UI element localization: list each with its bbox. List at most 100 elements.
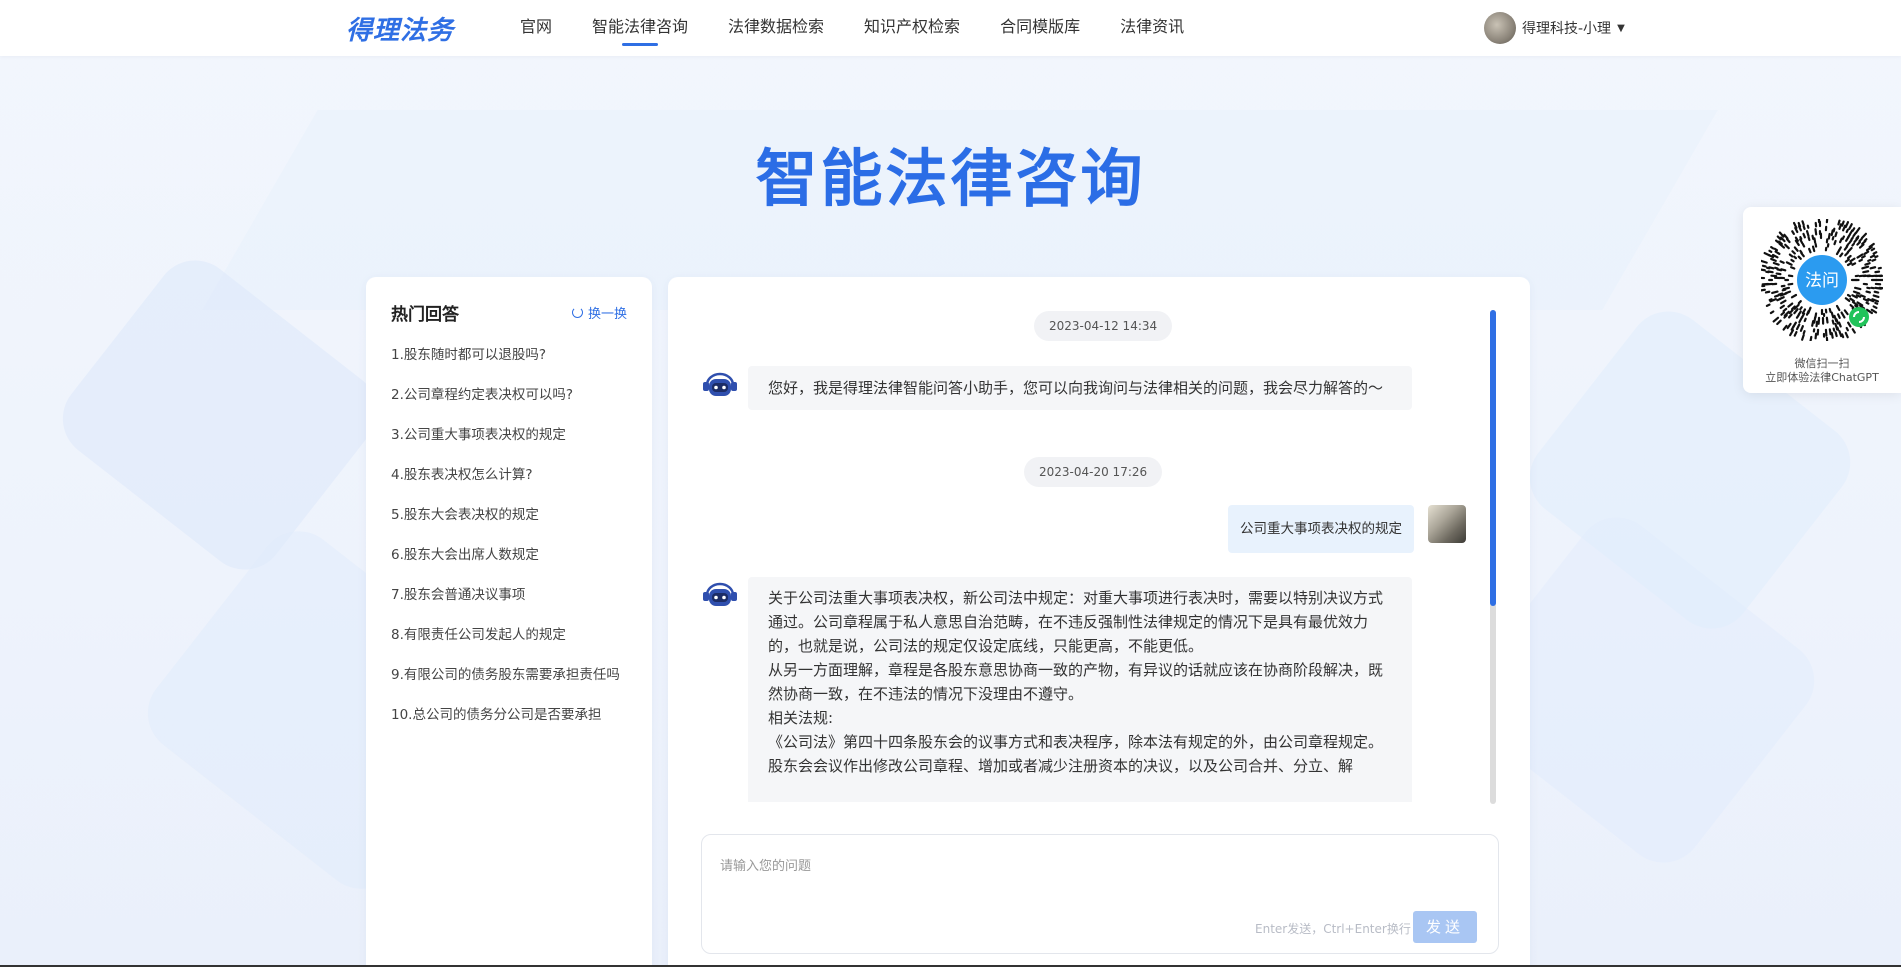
qr-dot [1865,301,1870,305]
qr-dot [1803,317,1807,323]
qr-dot [1793,330,1798,337]
qr-dot [1862,270,1870,274]
hot-answers-list: 1.股东随时都可以退股吗? 2.公司章程约定表决权可以吗? 3.公司重大事项表决… [391,345,627,745]
qr-dot [1853,286,1862,291]
qr-dot [1772,261,1780,266]
qr-dot [1838,321,1842,328]
qr-dot [1813,316,1817,324]
qr-dot [1770,246,1775,250]
nav-item-ip-search[interactable]: 知识产权检索 [864,0,960,56]
qr-dot [1845,326,1849,332]
hot-answer-item[interactable]: 4.股东表决权怎么计算? [391,465,627,505]
qr-dot [1778,231,1785,238]
qr-dot [1802,232,1806,239]
brand-logo[interactable]: 得理法务 [346,10,454,47]
hot-answers-panel: 热门回答 换一换 1.股东随时都可以退股吗? 2.公司章程约定表决权可以吗? 3… [366,277,652,967]
qr-dot [1839,252,1844,258]
hot-answer-item[interactable]: 9.有限公司的债务股东需要承担责任吗 [391,665,627,705]
qr-dot [1783,233,1789,240]
qr-dot [1827,232,1831,240]
qr-dot [1870,247,1876,252]
qr-dot [1772,316,1780,323]
qr-dot [1840,311,1846,319]
chat-scrollbar[interactable] [1490,310,1496,804]
hot-answer-item[interactable]: 3.公司重大事项表决权的规定 [391,425,627,465]
qr-dot [1871,258,1877,262]
qr-dot [1849,297,1856,303]
qr-dot [1841,220,1845,227]
qr-dot [1785,261,1793,266]
qr-dot [1777,292,1784,296]
qr-dot [1848,239,1853,245]
refresh-icon [571,306,583,318]
qr-dot [1867,258,1872,262]
question-input-box: Enter发送，Ctrl+Enter换行 发送 [701,834,1499,954]
qr-dot [1776,319,1782,326]
qr-dot [1791,250,1796,255]
question-input[interactable] [720,855,1480,905]
qr-dot [1846,254,1852,260]
hot-answer-item[interactable]: 5.股东大会表决权的规定 [391,505,627,545]
qr-dot [1848,223,1853,230]
user-menu[interactable]: 得理科技-小理 ▼ [1484,11,1625,45]
page-title: 智能法律咨询 [755,142,1146,215]
hot-answer-item[interactable]: 2.公司章程约定表决权可以吗? [391,385,627,425]
qr-dot [1790,266,1796,270]
qr-dot [1799,325,1804,332]
qr-dot [1770,257,1777,262]
qr-dot [1811,245,1816,253]
qr-dot [1761,259,1768,264]
top-nav: 得理法务 官网 智能法律咨询 法律数据检索 知识产权检索 合同模版库 法律资讯 … [0,0,1901,56]
qr-dot [1837,246,1842,252]
qr-dot [1851,262,1857,266]
hot-answer-item[interactable]: 7.股东会普通决议事项 [391,585,627,625]
qr-dot [1865,290,1871,294]
hot-answer-item[interactable]: 6.股东大会出席人数规定 [391,545,627,585]
qr-dot [1846,246,1853,254]
nav-item-home[interactable]: 官网 [520,0,552,56]
qr-dot [1837,313,1841,319]
qr-dot [1869,254,1876,259]
qr-dot [1872,305,1878,309]
qr-dot [1841,333,1845,339]
qr-dot [1828,307,1832,313]
qr-dot [1795,323,1801,331]
qr-dot [1801,242,1806,248]
qr-dot [1814,332,1818,340]
qr-dot [1878,286,1883,290]
qr-dot [1828,328,1832,336]
qr-dot [1802,225,1806,230]
qr-dot [1795,313,1800,319]
nav-item-contract-templates[interactable]: 合同模版库 [1000,0,1080,56]
qr-dot [1858,237,1863,243]
qr-dot [1842,224,1847,232]
hot-answer-item[interactable]: 8.有限责任公司发起人的规定 [391,625,627,665]
qr-dot [1768,249,1773,253]
nav-item-legal-consult[interactable]: 智能法律咨询 [592,0,688,56]
qr-dot [1779,260,1785,264]
qr-dot [1855,235,1860,240]
nav-item-legal-news[interactable]: 法律资讯 [1120,0,1184,56]
chat-messages[interactable]: 2023-04-12 14:34 您好，我是得理法律智能问答小助手，您可以向我询… [668,277,1498,802]
qr-dot [1787,313,1793,319]
answer-paragraph: 从另一方面理解，章程是各股东意思协商一致的产物，有异议的话就应该在协商阶段解决，… [768,661,1384,703]
qr-dot [1774,250,1781,255]
hot-answer-item[interactable]: 1.股东随时都可以退股吗? [391,345,627,385]
qr-dot [1799,306,1803,311]
hot-answer-item[interactable]: 10.总公司的债务分公司是否要承担 [391,705,627,745]
qr-dot [1838,223,1843,230]
send-button[interactable]: 发送 [1413,911,1477,943]
nav-item-legal-data-search[interactable]: 法律数据检索 [728,0,824,56]
qr-dot [1797,255,1802,260]
qr-dot [1863,238,1868,242]
qr-dot [1849,303,1855,309]
scrollbar-thumb[interactable] [1490,310,1496,606]
chat-panel: 2023-04-12 14:34 您好，我是得理法律智能问答小助手，您可以向我询… [668,277,1530,967]
qr-dot [1797,221,1802,228]
refresh-button[interactable]: 换一换 [571,303,627,322]
qr-dot [1814,228,1818,236]
qr-dot [1874,301,1879,305]
qr-dot [1771,290,1779,295]
message-timestamp: 2023-04-12 14:34 [1034,311,1173,341]
bot-message: 您好，我是得理法律智能问答小助手，您可以向我询问与法律相关的问题，我会尽力解答的… [748,366,1412,410]
